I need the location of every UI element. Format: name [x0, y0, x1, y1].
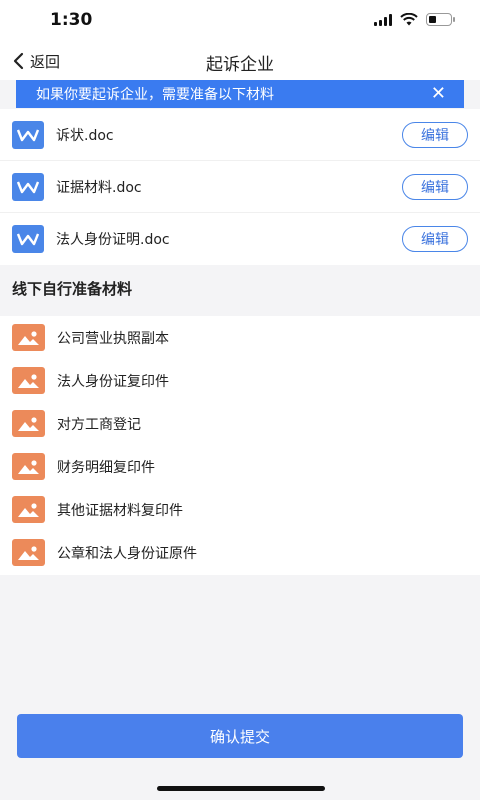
material-name: 财务明细复印件 — [57, 459, 155, 476]
status-time: 1:30 — [50, 10, 93, 30]
section-title: 线下自行准备材料 — [12, 280, 133, 298]
signal-icon — [374, 13, 392, 26]
image-icon — [12, 539, 45, 566]
status-bar: 1:30 — [0, 0, 480, 42]
word-doc-icon — [12, 172, 44, 201]
image-icon — [12, 410, 45, 437]
edit-button[interactable]: 编辑 — [402, 226, 468, 252]
material-name: 法人身份证复印件 — [57, 373, 169, 390]
word-doc-icon — [12, 225, 44, 253]
document-name: 法人身份证明.doc — [56, 232, 170, 248]
offline-materials-list: 公司营业执照副本 法人身份证复印件 对方工商登记 财务明细复印件 其他证据材料复… — [0, 316, 480, 575]
material-name: 公司营业执照副本 — [57, 330, 169, 347]
edit-button[interactable]: 编辑 — [402, 121, 468, 148]
submit-button[interactable]: 确认提交 — [17, 714, 463, 758]
list-item: 法人身份证明.doc 编辑 — [0, 213, 480, 265]
document-name: 证据材料.doc — [56, 179, 142, 196]
document-list: 诉状.doc 编辑 证据材料.doc 编辑 法人身份证明.doc 编辑 — [0, 109, 480, 265]
list-item: 诉状.doc 编辑 — [0, 109, 480, 161]
home-indicator — [157, 786, 325, 791]
material-name: 公章和法人身份证原件 — [57, 545, 197, 562]
status-icons — [374, 13, 455, 26]
list-item: 法人身份证复印件 — [0, 359, 480, 402]
list-item: 财务明细复印件 — [0, 445, 480, 488]
edit-button[interactable]: 编辑 — [402, 173, 468, 200]
battery-icon — [426, 13, 455, 26]
image-icon — [12, 453, 45, 480]
material-name: 对方工商登记 — [57, 416, 141, 433]
list-item: 公章和法人身份证原件 — [0, 531, 480, 574]
nav-bar: 返回 起诉企业 — [0, 42, 480, 80]
list-item: 公司营业执照副本 — [0, 316, 480, 359]
material-name: 其他证据材料复印件 — [57, 502, 183, 519]
page-title: 起诉企业 — [206, 55, 274, 75]
image-icon — [12, 496, 45, 523]
list-item: 证据材料.doc 编辑 — [0, 161, 480, 213]
image-icon — [12, 324, 45, 351]
list-item: 其他证据材料复印件 — [0, 488, 480, 531]
notice-text: 如果你要起诉企业，需要准备以下材料 — [36, 87, 274, 103]
list-item: 对方工商登记 — [0, 402, 480, 445]
close-icon[interactable]: ✕ — [431, 84, 446, 104]
word-doc-icon — [12, 120, 44, 149]
wifi-icon — [400, 13, 418, 26]
document-name: 诉状.doc — [56, 127, 114, 144]
image-icon — [12, 367, 45, 394]
notice-banner: 如果你要起诉企业，需要准备以下材料 ✕ — [16, 80, 464, 108]
